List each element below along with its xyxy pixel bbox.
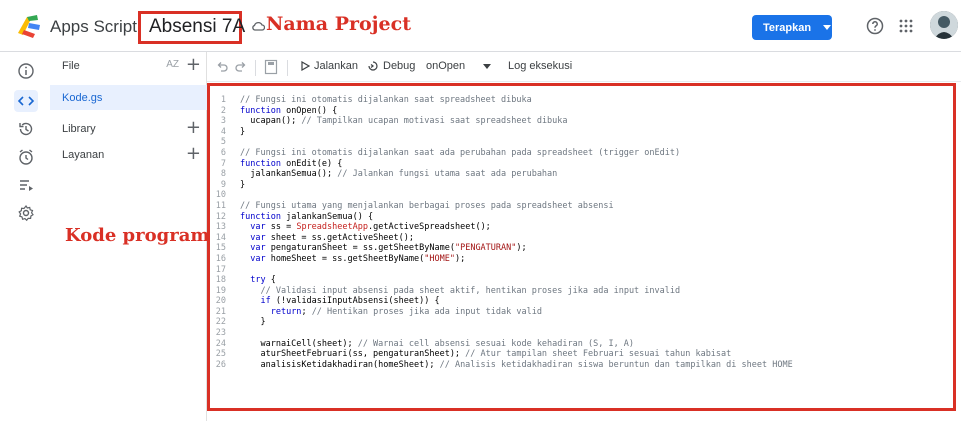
triggers-icon[interactable] [17,148,35,166]
app-name[interactable]: Apps Script [50,17,137,37]
file-item-kode-gs[interactable]: Kode.gs [50,85,207,110]
settings-icon[interactable] [17,204,35,222]
add-library-icon[interactable]: + [186,118,201,138]
project-title[interactable]: Absensi 7A [149,16,245,38]
function-label: onOpen [426,60,466,72]
run-button[interactable]: Jalankan [301,60,358,72]
file-name: Kode.gs [62,91,103,104]
info-icon[interactable] [17,62,35,80]
add-file-icon[interactable]: + [186,55,201,75]
redo-icon[interactable] [234,60,248,74]
editor-toolbar: Jalankan Debug onOpen Log eksekusi [207,52,961,82]
apps-script-logo-icon[interactable] [15,13,43,39]
library-header: Library + [50,115,207,143]
apps-script-editor: Apps Script Absensi 7A Nama Project Tera… [0,0,961,421]
play-icon [301,61,310,71]
library-label: Library [62,123,96,135]
debug-label: Debug [383,60,416,72]
annotation-code: Kode program [65,225,210,246]
toolbar-divider [287,60,288,76]
files-header: File AZ + [50,52,207,80]
avatar-image-icon [930,11,958,39]
log-label: Log eksekusi [508,60,573,72]
chevron-down-icon [823,25,832,30]
chevron-down-icon [483,63,492,69]
services-label: Layanan [62,149,105,161]
executions-icon[interactable] [17,176,35,194]
cloud-icon [252,21,265,31]
deploy-label: Terapkan [763,21,812,34]
top-header: Apps Script Absensi 7A Nama Project Tera… [0,0,961,52]
sort-az-icon[interactable]: AZ [166,59,179,70]
history-icon[interactable] [17,120,35,138]
debug-icon [368,61,378,71]
deploy-button[interactable]: Terapkan [752,15,832,40]
apps-grid-icon[interactable] [898,18,914,34]
files-label: File [62,60,80,72]
undo-icon[interactable] [215,60,229,74]
run-label: Jalankan [314,60,359,72]
code-icon[interactable] [17,92,35,110]
debug-button[interactable]: Debug [367,60,415,72]
save-icon[interactable] [264,59,278,75]
execution-log-button[interactable]: Log eksekusi [508,60,572,72]
annotation-project-name: Nama Project [266,13,411,35]
services-header: Layanan + [50,141,207,169]
left-rail [0,52,50,421]
function-select[interactable]: onOpen [426,60,492,72]
toolbar-divider [255,60,256,76]
add-service-icon[interactable]: + [186,144,201,164]
avatar[interactable] [930,11,958,39]
help-icon[interactable] [866,17,884,35]
code-highlight-box [207,83,956,411]
